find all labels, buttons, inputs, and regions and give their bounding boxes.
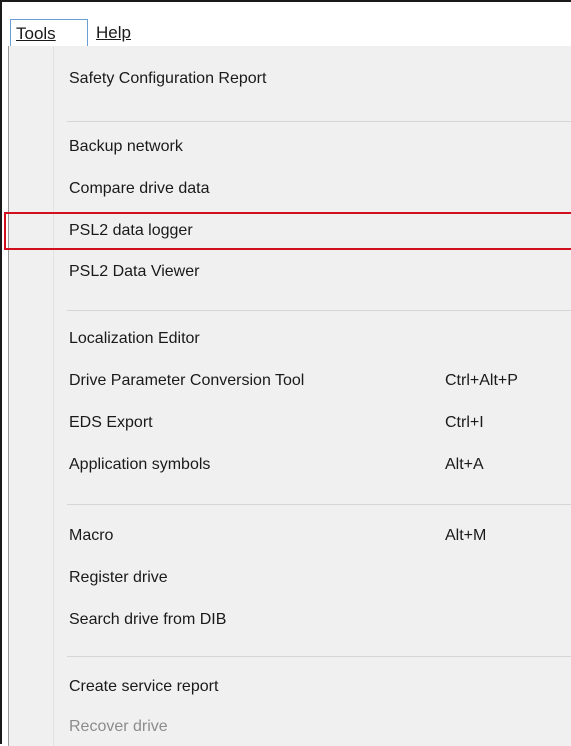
menu-item-recover-drive: Recover drive — [9, 708, 571, 746]
menu-item-psl2-data-viewer[interactable]: PSL2 Data Viewer — [9, 253, 571, 291]
menu-separator — [67, 504, 571, 505]
menu-item-application-symbols[interactable]: Application symbols Alt+A — [9, 446, 571, 484]
menu-item-label: PSL2 Data Viewer — [69, 263, 200, 280]
menu-item-shortcut: Alt+A — [445, 456, 484, 473]
menu-help[interactable]: Help — [91, 19, 136, 49]
menu-item-label: EDS Export — [69, 414, 153, 431]
menu-item-backup-network[interactable]: Backup network — [9, 128, 571, 166]
menu-item-label: Localization Editor — [69, 330, 200, 347]
menu-item-macro[interactable]: Macro Alt+M — [9, 517, 571, 555]
menu-item-label: Create service report — [69, 678, 219, 695]
menu-item-label: Compare drive data — [69, 180, 210, 197]
menu-item-safety-configuration-report[interactable]: Safety Configuration Report — [9, 60, 571, 98]
menu-item-register-drive[interactable]: Register drive — [9, 559, 571, 597]
tools-dropdown-menu: Safety Configuration Report Backup netwo… — [4, 46, 571, 746]
menu-item-eds-export[interactable]: EDS Export Ctrl+I — [9, 404, 571, 442]
menu-item-localization-editor[interactable]: Localization Editor — [9, 320, 571, 358]
menu-item-label: Backup network — [69, 138, 183, 155]
menu-item-label: Application symbols — [69, 456, 211, 473]
menu-item-label: PSL2 data logger — [69, 222, 193, 239]
menu-item-shortcut: Ctrl+I — [445, 414, 484, 431]
menu-item-create-service-report[interactable]: Create service report — [9, 668, 571, 706]
menu-item-label: Search drive from DIB — [69, 611, 227, 628]
menu-item-label: Safety Configuration Report — [69, 70, 267, 87]
menu-separator — [67, 310, 571, 311]
application-window: Tools Help Safety Configuration Report B… — [0, 0, 571, 746]
menu-item-search-drive-from-dib[interactable]: Search drive from DIB — [9, 601, 571, 639]
menu-item-label: Recover drive — [69, 718, 168, 735]
menu-item-compare-drive-data[interactable]: Compare drive data — [9, 170, 571, 208]
menu-bar: Tools Help — [4, 4, 571, 49]
menu-item-drive-parameter-conversion-tool[interactable]: Drive Parameter Conversion Tool Ctrl+Alt… — [9, 362, 571, 400]
menu-separator — [67, 121, 571, 122]
menu-tools[interactable]: Tools — [10, 19, 88, 49]
menu-help-label: Help — [96, 23, 131, 42]
menu-separator — [67, 656, 571, 657]
menu-tools-label: Tools — [16, 24, 56, 43]
menu-item-label: Drive Parameter Conversion Tool — [69, 372, 305, 389]
menu-item-psl2-data-logger[interactable]: PSL2 data logger — [4, 212, 571, 250]
menu-item-shortcut: Ctrl+Alt+P — [445, 372, 518, 389]
menu-item-shortcut: Alt+M — [445, 527, 487, 544]
menu-item-label: Register drive — [69, 569, 168, 586]
menu-item-label: Macro — [69, 527, 114, 544]
